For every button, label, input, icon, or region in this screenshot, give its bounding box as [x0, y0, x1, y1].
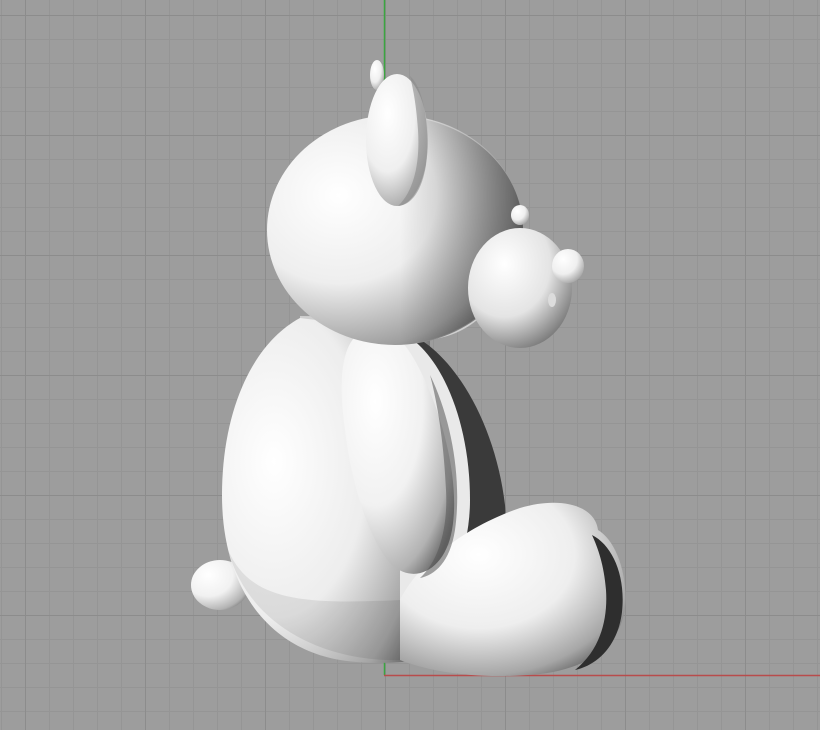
bear-nose	[552, 249, 584, 283]
teddy-bear-model[interactable]	[191, 60, 626, 677]
bear-snout	[468, 228, 572, 348]
viewport-scene	[191, 0, 820, 677]
bear-eye	[511, 205, 529, 225]
3d-viewport[interactable]	[0, 0, 820, 730]
bear-mouth	[548, 293, 556, 307]
